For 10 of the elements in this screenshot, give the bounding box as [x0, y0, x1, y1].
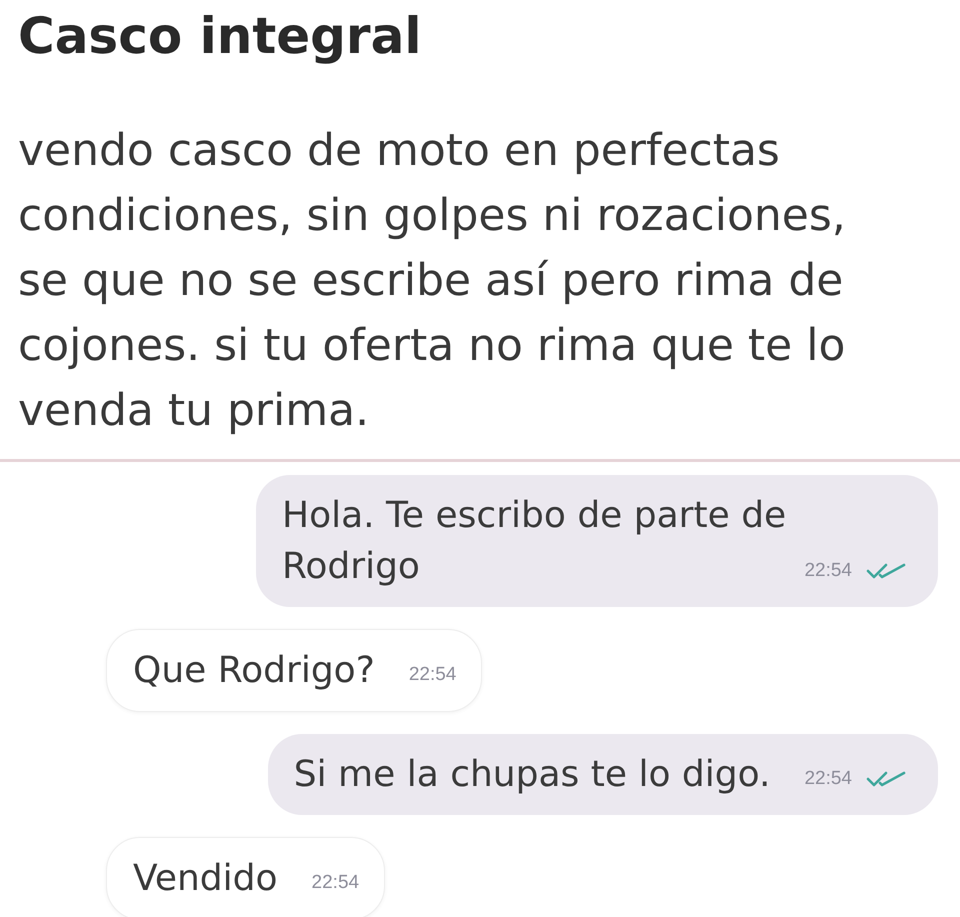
listing-title: Casco integral	[17, 6, 422, 64]
message-text: Que Rodrigo?	[133, 650, 375, 691]
message-text: Si me la chupas te lo digo.	[294, 754, 770, 795]
listing-description: vendo casco de moto en perfectas condiciones, sin golpes ni rozaciones, se que no se escribe así pero rima de cojones. si tu oferta no rima que te lo venda tu prima.	[18, 124, 847, 438]
message-time: 22:54	[312, 872, 360, 894]
message-time: 22:54	[804, 768, 852, 790]
message-text: Hola. Te escribo de parte de Rodrigo	[282, 495, 786, 587]
message-text: Vendido	[133, 858, 278, 899]
message-time: 22:54	[804, 560, 852, 582]
message-time: 22:54	[408, 664, 456, 686]
